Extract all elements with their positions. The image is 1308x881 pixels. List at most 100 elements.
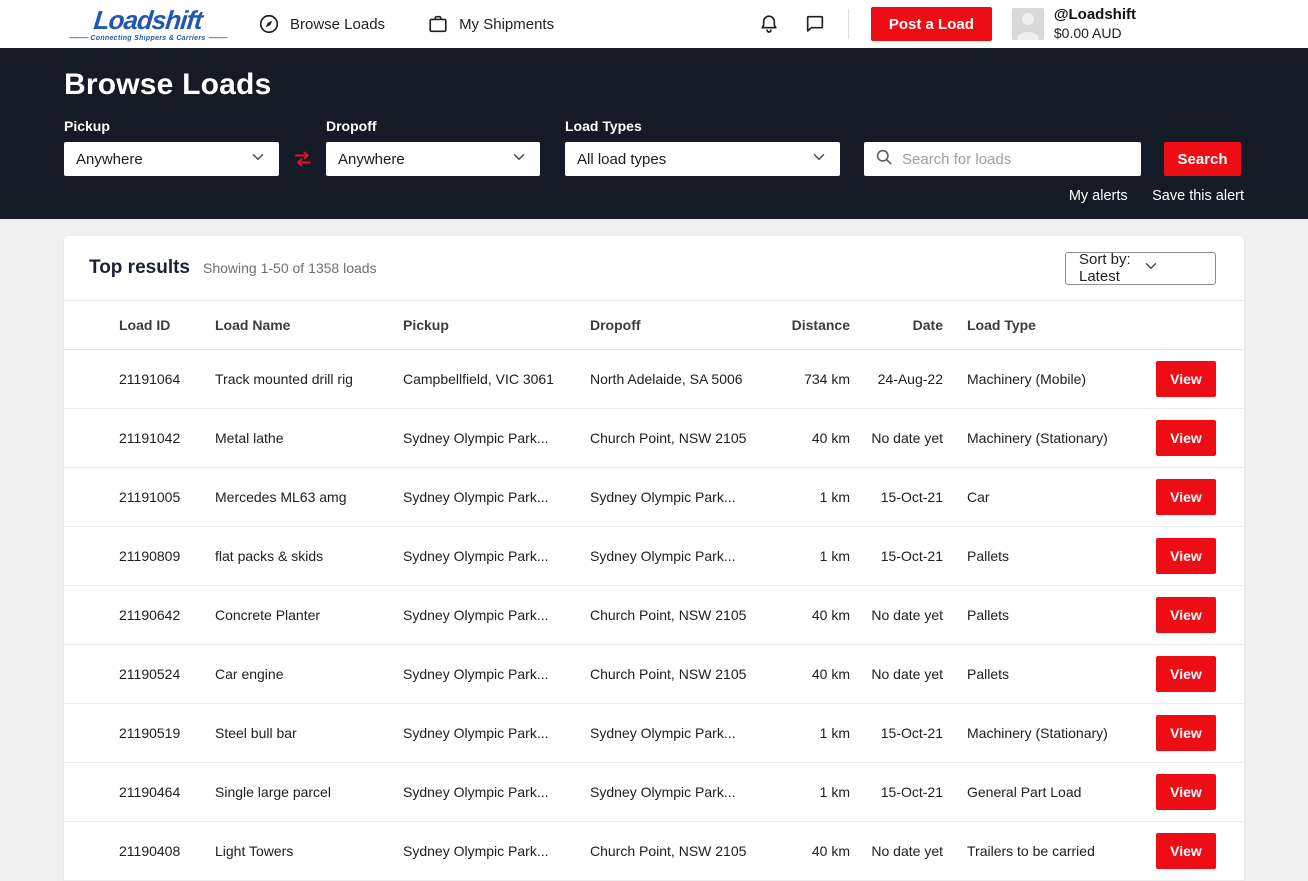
distance-cell: 1 km — [750, 784, 850, 800]
load-name-cell: Track mounted drill rig — [215, 371, 403, 387]
dropoff-cell: Church Point, NSW 2105 — [590, 607, 750, 623]
post-a-load-button[interactable]: Post a Load — [871, 7, 992, 41]
search-button[interactable]: Search — [1164, 142, 1241, 176]
pickup-cell: Sydney Olympic Park... — [403, 843, 590, 859]
view-cell: View — [1156, 538, 1216, 574]
load-name-cell: flat packs & skids — [215, 548, 403, 564]
date-cell: 15-Oct-21 — [850, 784, 943, 800]
view-button[interactable]: View — [1156, 656, 1216, 692]
top-navigation: Browse Loads My Shipments — [258, 13, 554, 35]
nav-item-browse-loads[interactable]: Browse Loads — [258, 13, 385, 35]
distance-cell: 40 km — [750, 430, 850, 446]
date-cell: 24-Aug-22 — [850, 371, 943, 387]
pickup-cell: Sydney Olympic Park... — [403, 430, 590, 446]
dropoff-value: Anywhere — [338, 151, 510, 168]
save-this-alert-link[interactable]: Save this alert — [1152, 188, 1244, 204]
view-cell: View — [1156, 420, 1216, 456]
distance-cell: 1 km — [750, 489, 850, 505]
load-name-cell: Light Towers — [215, 843, 403, 859]
distance-cell: 40 km — [750, 843, 850, 859]
dropoff-cell: Church Point, NSW 2105 — [590, 666, 750, 682]
dropoff-cell: Sydney Olympic Park... — [590, 725, 750, 741]
load-id-cell: 21190642 — [119, 607, 215, 623]
load-name-cell: Metal lathe — [215, 430, 403, 446]
column-header-distance: Distance — [750, 317, 850, 333]
nav-item-my-shipments[interactable]: My Shipments — [427, 13, 554, 35]
view-cell: View — [1156, 361, 1216, 397]
pickup-cell: Sydney Olympic Park... — [403, 548, 590, 564]
pickup-label: Pickup — [64, 118, 279, 134]
view-button[interactable]: View — [1156, 715, 1216, 751]
results-header: Top results Showing 1-50 of 1358 loads S… — [64, 236, 1244, 300]
page-title: Browse Loads — [64, 68, 1244, 102]
view-button[interactable]: View — [1156, 420, 1216, 456]
search-input[interactable] — [902, 151, 1131, 168]
table-row: 21190642Concrete PlanterSydney Olympic P… — [64, 586, 1244, 645]
swap-pickup-dropoff-icon[interactable] — [279, 142, 326, 176]
view-cell: View — [1156, 833, 1216, 869]
load-type-cell: Pallets — [943, 666, 1156, 682]
dropoff-cell: Church Point, NSW 2105 — [590, 430, 750, 446]
my-alerts-link[interactable]: My alerts — [1069, 188, 1128, 204]
dropoff-cell: Sydney Olympic Park... — [590, 489, 750, 505]
view-button[interactable]: View — [1156, 774, 1216, 810]
dropoff-cell: Sydney Olympic Park... — [590, 784, 750, 800]
date-cell: 15-Oct-21 — [850, 548, 943, 564]
pickup-cell: Sydney Olympic Park... — [403, 784, 590, 800]
table-row: 21190524Car engineSydney Olympic Park...… — [64, 645, 1244, 704]
notifications-bell-icon[interactable] — [758, 13, 780, 35]
pickup-cell: Sydney Olympic Park... — [403, 489, 590, 505]
search-box — [864, 142, 1141, 176]
view-button[interactable]: View — [1156, 361, 1216, 397]
table-row: 21190408Light TowersSydney Olympic Park.… — [64, 822, 1244, 881]
date-cell: No date yet — [850, 843, 943, 859]
load-types-select[interactable]: All load types — [565, 142, 840, 176]
topbar-right: Post a Load @Loadshift $0.00 AUD — [758, 6, 1136, 42]
view-button[interactable]: View — [1156, 479, 1216, 515]
distance-cell: 1 km — [750, 548, 850, 564]
dropoff-select[interactable]: Anywhere — [326, 142, 540, 176]
load-id-cell: 21191042 — [119, 430, 215, 446]
load-type-cell: General Part Load — [943, 784, 1156, 800]
pickup-select[interactable]: Anywhere — [64, 142, 279, 176]
chevron-down-icon — [510, 148, 528, 170]
load-id-cell: 21190408 — [119, 843, 215, 859]
view-button[interactable]: View — [1156, 833, 1216, 869]
chevron-down-icon — [1142, 257, 1205, 279]
view-button[interactable]: View — [1156, 597, 1216, 633]
user-balance: $0.00 AUD — [1054, 25, 1136, 43]
load-id-cell: 21191064 — [119, 371, 215, 387]
results-card: Top results Showing 1-50 of 1358 loads S… — [64, 236, 1244, 881]
pickup-cell: Sydney Olympic Park... — [403, 607, 590, 623]
load-type-cell: Machinery (Mobile) — [943, 371, 1156, 387]
load-type-cell: Pallets — [943, 548, 1156, 564]
dropoff-label: Dropoff — [326, 118, 540, 134]
sort-by-select[interactable]: Sort by: Latest — [1065, 252, 1216, 285]
table-header-row: Load ID Load Name Pickup Dropoff Distanc… — [64, 300, 1244, 350]
dropoff-cell: North Adelaide, SA 5006 — [590, 371, 750, 387]
load-name-cell: Mercedes ML63 amg — [215, 489, 403, 505]
load-name-cell: Single large parcel — [215, 784, 403, 800]
view-button[interactable]: View — [1156, 538, 1216, 574]
table-row: 21191005Mercedes ML63 amgSydney Olympic … — [64, 468, 1244, 527]
topbar-divider — [848, 9, 849, 39]
distance-cell: 40 km — [750, 607, 850, 623]
compass-icon — [258, 13, 280, 35]
briefcase-icon — [427, 13, 449, 35]
page-body: Top results Showing 1-50 of 1358 loads S… — [0, 219, 1308, 881]
distance-cell: 40 km — [750, 666, 850, 682]
load-types-label: Load Types — [565, 118, 840, 134]
pickup-filter: Pickup Anywhere — [64, 118, 279, 176]
load-type-cell: Machinery (Stationary) — [943, 725, 1156, 741]
view-cell: View — [1156, 656, 1216, 692]
chevron-down-icon — [249, 148, 267, 170]
avatar[interactable] — [1012, 8, 1044, 40]
load-name-cell: Car engine — [215, 666, 403, 682]
chat-icon[interactable] — [804, 13, 826, 35]
load-id-cell: 21190464 — [119, 784, 215, 800]
loadshift-logo[interactable]: Loadshift Connecting Shippers & Carriers — [64, 7, 232, 42]
dropoff-filter: Dropoff Anywhere — [326, 118, 540, 176]
distance-cell: 1 km — [750, 725, 850, 741]
logo-name: Loadshift — [93, 7, 204, 33]
search-icon — [874, 147, 894, 172]
